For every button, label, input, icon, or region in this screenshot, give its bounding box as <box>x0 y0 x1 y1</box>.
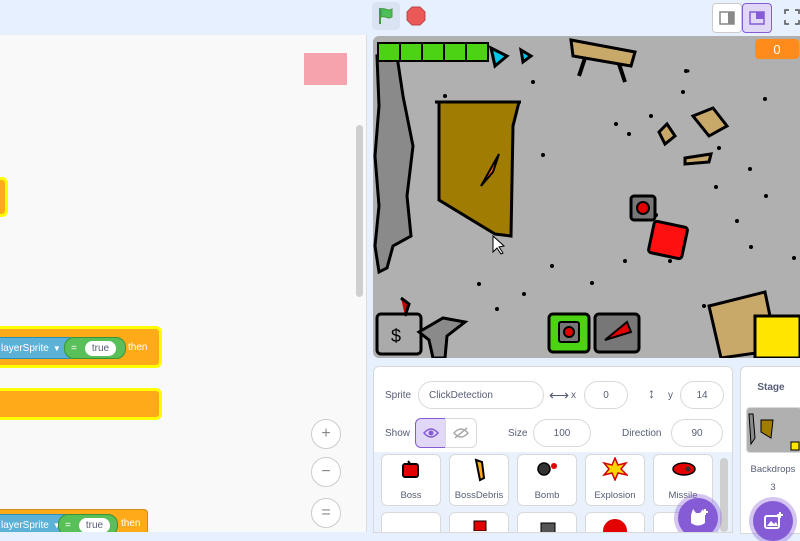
then-label: then <box>128 342 148 353</box>
eye-icon <box>423 428 439 438</box>
backdrops-label: Backdrops <box>750 464 796 475</box>
score-display: 0 <box>755 39 799 59</box>
dropdown-arrow-icon: ▼ <box>52 343 61 353</box>
zoom-reset-button[interactable]: = <box>311 498 341 528</box>
zoom-in-icon: + <box>321 425 331 442</box>
size-value: 100 <box>553 427 571 439</box>
x-label: x <box>571 390 576 401</box>
zoom-out-icon: − <box>321 463 331 480</box>
health-bar <box>377 42 489 62</box>
size-input[interactable]: 100 <box>533 419 591 447</box>
sprite-name: Bomb <box>534 490 560 501</box>
stage-header <box>366 0 800 35</box>
reporter-label: layerSprite <box>1 342 49 354</box>
cat-add-icon <box>691 509 708 526</box>
stage-thumbnail[interactable] <box>746 407 800 453</box>
show-label: Show <box>385 428 411 439</box>
stage-thumbnail-icon <box>748 413 800 451</box>
size-label: Size <box>508 428 528 439</box>
code-area[interactable]: layerSprite ▼ = true then layerSprite ▼ … <box>0 35 367 532</box>
y-label: y <box>668 390 673 401</box>
small-stage-icon <box>719 11 735 25</box>
eye-slash-icon <box>453 427 469 439</box>
sprite-list-scrollbar[interactable] <box>720 458 728 532</box>
x-arrows-icon: ⟷ <box>549 387 570 403</box>
stage-panel[interactable]: Stage Backdrops 3 <box>740 366 800 541</box>
bomb-thumbnail-icon <box>537 462 557 476</box>
sprite-tile[interactable] <box>585 512 645 532</box>
green-flag-button[interactable] <box>372 2 400 30</box>
sprite-info-panel: Sprite ClickDetection ⟷ x 0 ↕ y 14 Show … <box>373 366 733 454</box>
x-value: 0 <box>603 389 609 401</box>
sprite-name: BossDebris <box>454 490 504 501</box>
vertical-scrollbar[interactable] <box>356 125 363 297</box>
game-scene: $ <box>373 38 800 358</box>
operator-symbol: = <box>71 342 77 354</box>
sprite-name: Explosion <box>594 490 636 501</box>
missile-thumbnail-icon <box>672 462 696 476</box>
sprite-thumbnail-icon <box>603 519 627 532</box>
sprite-label: Sprite <box>385 390 412 401</box>
normal-stage-icon <box>749 11 765 25</box>
y-input[interactable]: 14 <box>680 381 724 409</box>
stop-button[interactable] <box>402 2 430 30</box>
sprite-tile[interactable] <box>381 512 441 532</box>
add-sprite-button[interactable] <box>678 498 718 532</box>
stage-panel-title: Stage <box>757 382 785 393</box>
zoom-in-button[interactable]: + <box>311 419 341 449</box>
bossdebris-thumbnail-icon <box>474 458 486 482</box>
show-visible-button[interactable] <box>415 418 447 448</box>
sprite-name: Boss <box>400 490 422 501</box>
sprite-thumbnail-icon <box>473 520 487 531</box>
zoom-reset-icon: = <box>321 504 331 521</box>
show-hidden-button[interactable] <box>445 418 477 448</box>
selected-block-edge[interactable] <box>0 177 8 217</box>
svg-text:$: $ <box>391 326 401 346</box>
image-add-icon <box>764 512 783 529</box>
comment-block[interactable] <box>304 53 347 85</box>
sprite-name-input[interactable]: ClickDetection <box>418 381 544 409</box>
normal-stage-button[interactable] <box>742 3 772 33</box>
sprite-tile-bossdebris[interactable]: BossDebris <box>449 454 509 506</box>
y-arrows-icon: ↕ <box>648 385 655 401</box>
sprite-tile-bomb[interactable]: Bomb <box>517 454 577 506</box>
sprite-tile-explosion[interactable]: Explosion <box>585 454 645 506</box>
x-input[interactable]: 0 <box>584 381 628 409</box>
stop-icon <box>406 6 426 26</box>
reporter-label: layerSprite <box>1 519 49 531</box>
then-label: then <box>121 518 141 529</box>
operator-symbol: = <box>65 519 71 531</box>
equals-operator-2[interactable]: = true <box>58 514 118 532</box>
orange-block[interactable] <box>0 388 162 420</box>
fullscreen-icon <box>784 9 800 25</box>
sprite-tile[interactable] <box>449 512 509 532</box>
sprite-name-value: ClickDetection <box>429 389 493 401</box>
green-flag-icon <box>379 8 393 24</box>
fullscreen-button[interactable] <box>778 3 800 31</box>
direction-input[interactable]: 90 <box>671 419 723 447</box>
equals-operator[interactable]: = true <box>64 337 126 359</box>
sprite-list: Boss BossDebris Bomb Explosion Missile <box>373 452 733 533</box>
boss-thumbnail-icon <box>402 460 419 478</box>
direction-value: 90 <box>691 427 703 439</box>
explosion-thumbnail-icon <box>602 457 628 481</box>
value-input[interactable]: true <box>84 340 117 356</box>
add-backdrop-button[interactable] <box>753 501 793 541</box>
score-value: 0 <box>773 41 781 57</box>
small-stage-button[interactable] <box>712 3 742 33</box>
backdrops-count: 3 <box>770 482 776 493</box>
zoom-out-button[interactable]: − <box>311 457 341 487</box>
value-input[interactable]: true <box>78 517 111 532</box>
direction-label: Direction <box>622 428 662 439</box>
stage-canvas[interactable]: $ 0 <box>373 36 800 358</box>
sprite-tile-boss[interactable]: Boss <box>381 454 441 506</box>
sprite-thumbnail-icon <box>540 522 556 532</box>
y-value: 14 <box>696 389 708 401</box>
sprite-tile[interactable] <box>517 512 577 532</box>
